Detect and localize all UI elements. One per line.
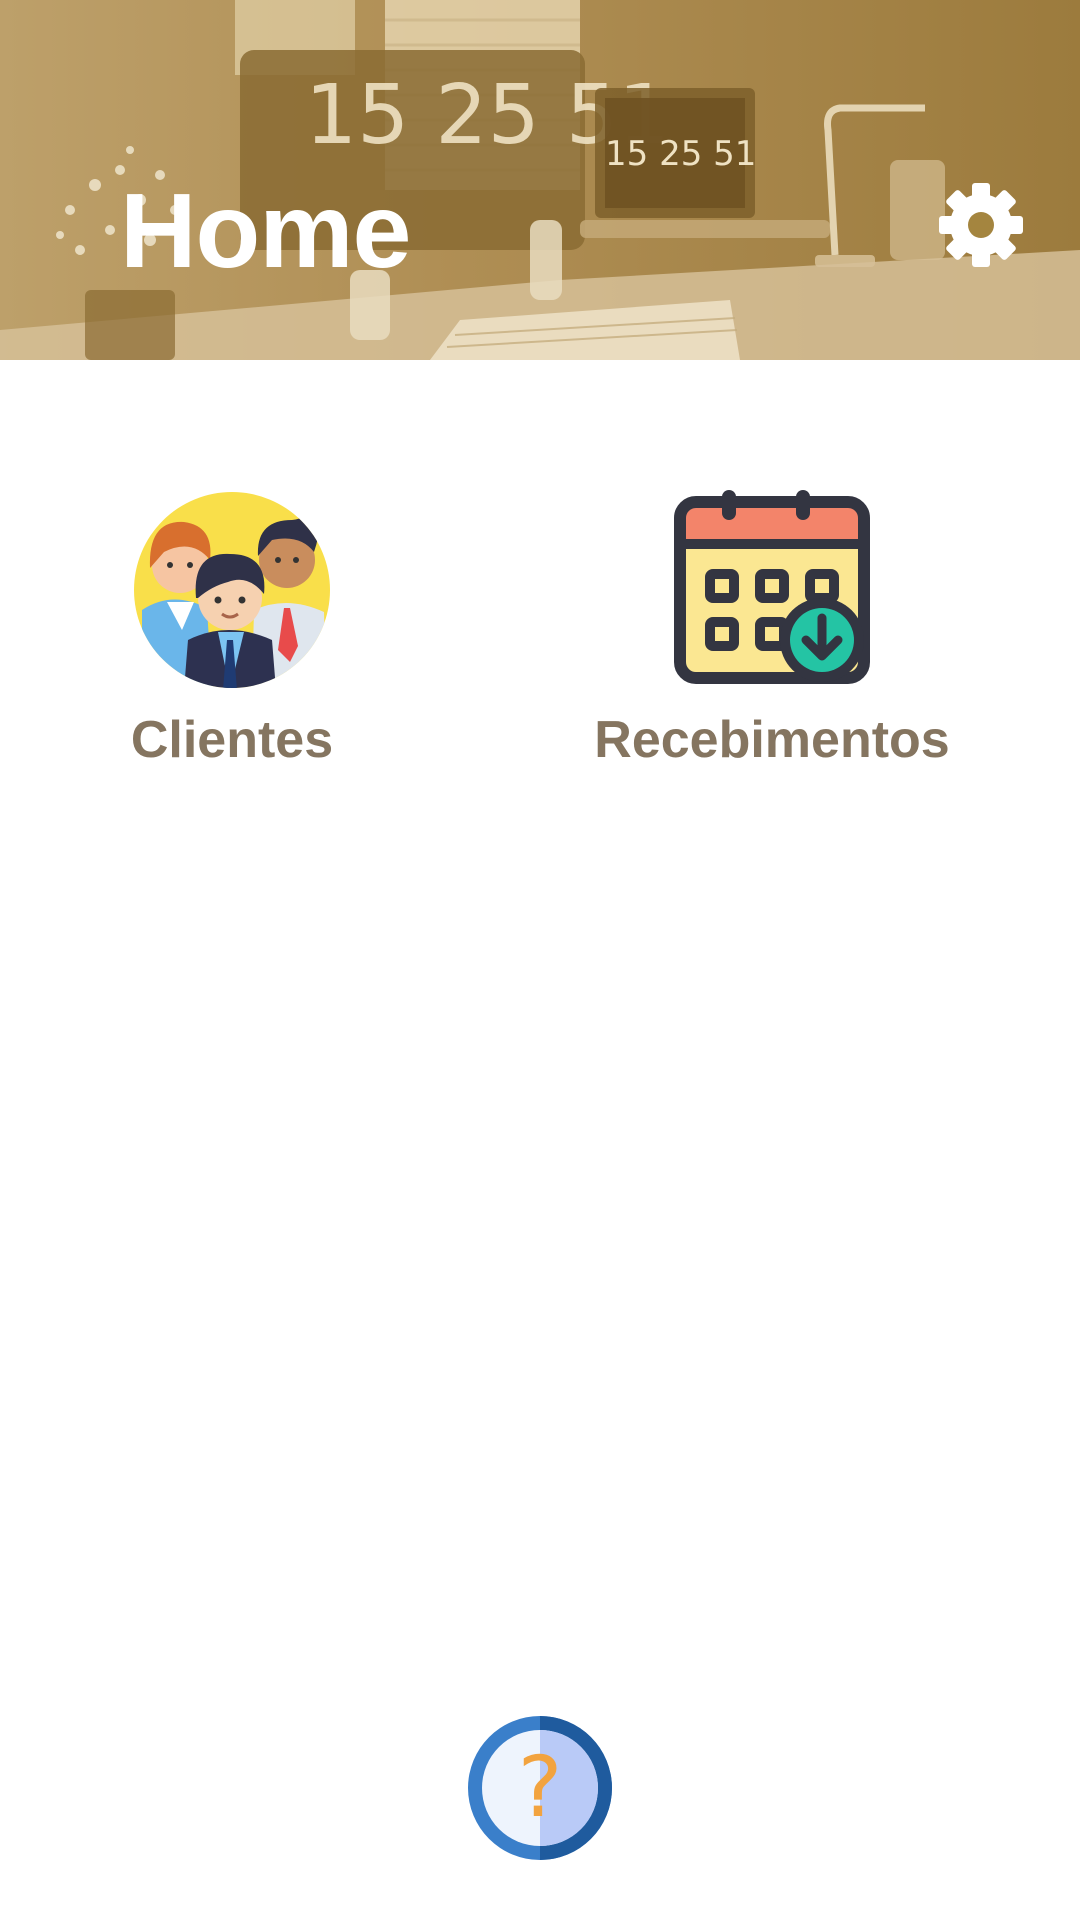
tile-recebimentos[interactable]: Recebimentos (582, 490, 962, 790)
tile-clientes-label: Clientes (130, 711, 334, 769)
page-title: Home (120, 172, 412, 290)
people-icon (132, 490, 332, 690)
tile-recebimentos-label: Recebimentos (594, 711, 950, 769)
help-button[interactable]: ? (466, 1714, 614, 1862)
settings-button[interactable] (938, 182, 1024, 268)
laptop-clock-text: 15 25 51 (605, 134, 756, 174)
question-icon: ? (468, 1716, 612, 1860)
calendar-download-icon (672, 490, 872, 690)
tile-clientes[interactable]: Clientes (42, 490, 422, 790)
gear-icon (939, 183, 1023, 267)
header-banner: 15 25 51 15 25 51 Home (0, 0, 1080, 360)
help-question-mark: ? (518, 1738, 563, 1836)
